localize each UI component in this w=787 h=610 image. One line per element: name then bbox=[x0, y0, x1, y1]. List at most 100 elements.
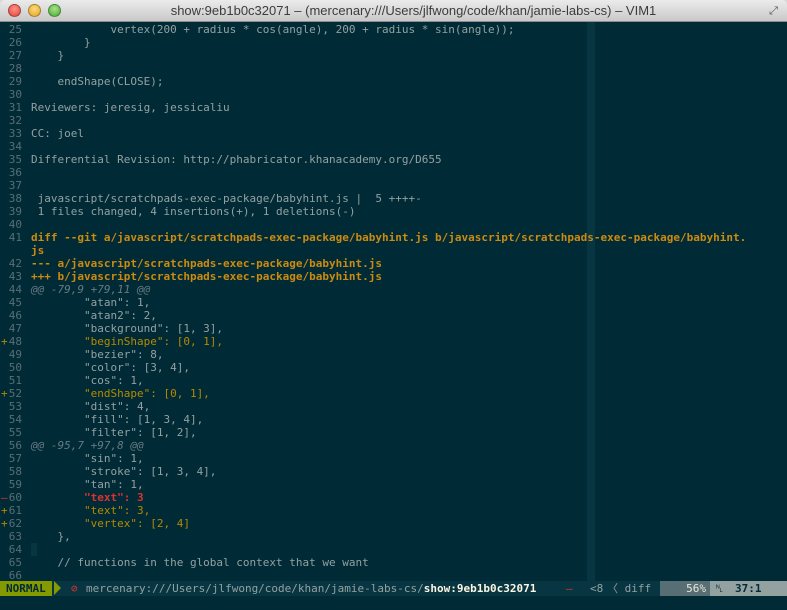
window-title: show:9eb1b0c32071 – (mercenary:///Users/… bbox=[170, 3, 657, 18]
buffer-line[interactable]: 51 "cos": 1, bbox=[0, 374, 787, 387]
buffer-line[interactable]: 39 1 files changed, 4 insertions(+), 1 d… bbox=[0, 205, 787, 218]
line-text: "vertex": [2, 4] bbox=[31, 517, 190, 530]
buffer-line[interactable]: 25 vertex(200 + radius * cos(angle), 200… bbox=[0, 23, 787, 36]
buffer-line[interactable]: 26 } bbox=[0, 36, 787, 49]
line-text-wrapped: js bbox=[31, 244, 45, 257]
line-number-icon: ␤ bbox=[715, 582, 724, 595]
line-number: 64 bbox=[8, 543, 22, 556]
diff-added-sign: + bbox=[1, 387, 8, 400]
buffer-line[interactable]: 55 "filter": [1, 2], bbox=[0, 426, 787, 439]
buffer-line[interactable]: 48 + "beginShape": [0, 1], bbox=[0, 335, 787, 348]
line-number: 38 bbox=[8, 192, 22, 205]
diff-added-sign: + bbox=[1, 335, 8, 348]
editor-buffer[interactable]: 25 vertex(200 + radius * cos(angle), 200… bbox=[0, 22, 787, 581]
buffer-line[interactable]: 54 "fill": [1, 3, 4], bbox=[0, 413, 787, 426]
line-number: 51 bbox=[8, 374, 22, 387]
line-text: --- a/javascript/scratchpads-exec-packag… bbox=[31, 257, 382, 270]
line-text: Differential Revision: http://phabricato… bbox=[31, 153, 442, 166]
buffer-line[interactable]: 35 Differential Revision: http://phabrica… bbox=[0, 153, 787, 166]
readonly-icon: ⊘ bbox=[71, 582, 78, 595]
buffer-line[interactable]: 36 bbox=[0, 166, 787, 179]
buffer-line[interactable]: 30 bbox=[0, 88, 787, 101]
buffer-line[interactable]: 58 "stroke": [1, 3, 4], bbox=[0, 465, 787, 478]
whitespace-marker bbox=[31, 543, 37, 556]
line-number: 31 bbox=[8, 101, 22, 114]
line-text: vertex(200 + radius * cos(angle), 200 + … bbox=[31, 23, 515, 36]
buffer-line[interactable]: 44 @@ -79,9 +79,11 @@ bbox=[0, 283, 787, 296]
line-number: 42 bbox=[8, 257, 22, 270]
close-window-button[interactable] bbox=[8, 4, 21, 17]
buffer-line[interactable]: 37 bbox=[0, 179, 787, 192]
buffer-line[interactable]: 59 "tan": 1, bbox=[0, 478, 787, 491]
line-text: "atan": 1, bbox=[31, 296, 151, 309]
line-number: 44 bbox=[8, 283, 22, 296]
line-number: 57 bbox=[8, 452, 22, 465]
line-text: } bbox=[31, 49, 65, 62]
buffer-line[interactable]: 62 + "vertex": [2, 4] bbox=[0, 517, 787, 530]
buffer-name: mercenary:///Users/jlfwong/code/khan/jam… bbox=[86, 581, 536, 596]
line-number: 54 bbox=[8, 413, 22, 426]
line-number: 53 bbox=[8, 400, 22, 413]
line-number: 55 bbox=[8, 426, 22, 439]
buffer-line[interactable]: 43 +++ b/javascript/scratchpads-exec-pack… bbox=[0, 270, 787, 283]
encoding-indicator: <8 bbox=[590, 582, 604, 595]
buffer-line[interactable]: 40 bbox=[0, 218, 787, 231]
buffer-line[interactable]: 63 }, bbox=[0, 530, 787, 543]
buffer-line[interactable]: 56 @@ -95,7 +97,8 @@ bbox=[0, 439, 787, 452]
buffer-line[interactable]: 60– "text": 3 bbox=[0, 491, 787, 504]
line-text: "fill": [1, 3, 4], bbox=[31, 413, 204, 426]
line-text: "color": [3, 4], bbox=[31, 361, 190, 374]
line-text: // functions in the global context that … bbox=[31, 556, 369, 569]
buffer-line[interactable]: 32 bbox=[0, 114, 787, 127]
line-number: 50 bbox=[8, 361, 22, 374]
line-number: 47 bbox=[8, 322, 22, 335]
buffer-line[interactable]: 41 diff --git a/javascript/scratchpads-ex… bbox=[0, 231, 787, 257]
line-text: "bezier": 8, bbox=[31, 348, 164, 361]
buffer-line[interactable]: 38 javascript/scratchpads-exec-package/b… bbox=[0, 192, 787, 205]
buffer-line[interactable]: 61 + "text": 3, bbox=[0, 504, 787, 517]
title-bar[interactable]: show:9eb1b0c32071 – (mercenary:///Users/… bbox=[0, 0, 787, 22]
line-text: @@ -95,7 +97,8 @@ bbox=[31, 439, 144, 452]
buffer-line[interactable]: 31 Reviewers: jeresig, jessicaliu bbox=[0, 101, 787, 114]
line-number: 65 bbox=[8, 556, 22, 569]
buffer-line[interactable]: 27 } bbox=[0, 49, 787, 62]
buffer-lines: 25 vertex(200 + radius * cos(angle), 200… bbox=[0, 23, 787, 581]
buffer-revision: show:9eb1b0c32071 bbox=[423, 582, 537, 595]
line-text: "background": [1, 3], bbox=[31, 322, 224, 335]
line-text: "text": 3, bbox=[31, 504, 151, 517]
buffer-line[interactable]: 45 "atan": 1, bbox=[0, 296, 787, 309]
buffer-line[interactable]: 49 "bezier": 8, bbox=[0, 348, 787, 361]
buffer-line[interactable]: 34 bbox=[0, 140, 787, 153]
buffer-line[interactable]: 53 "dist": 4, bbox=[0, 400, 787, 413]
line-number: 63 bbox=[8, 530, 22, 543]
buffer-line[interactable]: 29 endShape(CLOSE); bbox=[0, 75, 787, 88]
command-line[interactable] bbox=[0, 596, 787, 610]
buffer-line[interactable]: 28 bbox=[0, 62, 787, 75]
line-number: 66 bbox=[8, 569, 22, 581]
buffer-line[interactable]: 66 bbox=[0, 569, 787, 581]
buffer-line[interactable]: 52 + "endShape": [0, 1], bbox=[0, 387, 787, 400]
buffer-line[interactable]: 33 CC: joel bbox=[0, 127, 787, 140]
line-number: 39 bbox=[8, 205, 22, 218]
line-text: endShape(CLOSE); bbox=[31, 75, 164, 88]
line-text: "cos": 1, bbox=[31, 374, 144, 387]
buffer-line[interactable]: 50 "color": [3, 4], bbox=[0, 361, 787, 374]
buffer-line[interactable]: 46 "atan2": 2, bbox=[0, 309, 787, 322]
fullscreen-icon[interactable]: ⤢ bbox=[767, 4, 780, 17]
line-text: javascript/scratchpads-exec-package/baby… bbox=[31, 192, 422, 205]
buffer-line[interactable]: 42 --- a/javascript/scratchpads-exec-pack… bbox=[0, 257, 787, 270]
buffer-line[interactable]: 64 bbox=[0, 543, 787, 556]
line-number: 36 bbox=[8, 166, 22, 179]
zoom-window-button[interactable] bbox=[48, 4, 61, 17]
line-number: 34 bbox=[8, 140, 22, 153]
line-text: "sin": 1, bbox=[31, 452, 144, 465]
vim-window: show:9eb1b0c32071 – (mercenary:///Users/… bbox=[0, 0, 787, 610]
mode-indicator: NORMAL bbox=[0, 581, 52, 596]
powerline-separator bbox=[54, 581, 61, 595]
line-text: CC: joel bbox=[31, 127, 84, 140]
buffer-line[interactable]: 57 "sin": 1, bbox=[0, 452, 787, 465]
minimize-window-button[interactable] bbox=[28, 4, 41, 17]
line-text: "atan2": 2, bbox=[31, 309, 157, 322]
buffer-line[interactable]: 65 // functions in the global context th… bbox=[0, 556, 787, 569]
buffer-line[interactable]: 47 "background": [1, 3], bbox=[0, 322, 787, 335]
